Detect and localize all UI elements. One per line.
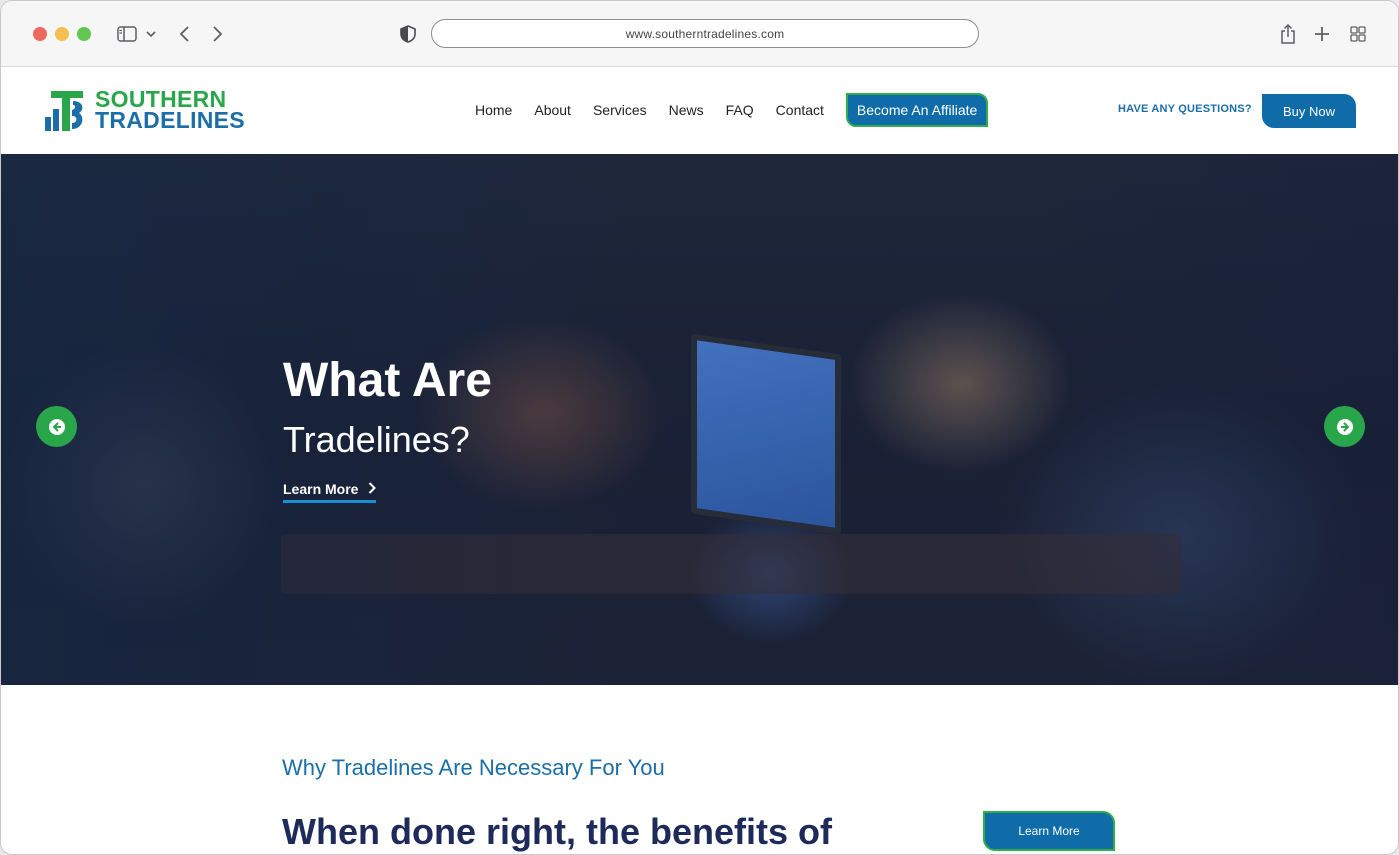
nav-services[interactable]: Services [593,102,647,118]
site-logo[interactable]: SOUTHERN TRADELINES [43,87,245,133]
buy-now-button[interactable]: Buy Now [1262,94,1356,128]
browser-window: www.southerntradelines.com SOUTHERN TRAD… [0,0,1399,855]
hero-learn-more-link[interactable]: Learn More [283,481,377,503]
zoom-window-button[interactable] [77,27,91,41]
hero-title: What Are [283,354,492,407]
nav-faq[interactable]: FAQ [726,102,754,118]
chevron-right-icon [368,481,377,497]
back-arrow-icon[interactable] [173,21,195,47]
forward-arrow-icon[interactable] [207,21,229,47]
hero-overlay [1,154,1398,685]
logo-mark-icon [45,91,83,131]
become-affiliate-button[interactable]: Become An Affiliate [845,93,989,127]
address-bar[interactable]: www.southerntradelines.com [431,19,979,48]
have-questions-link[interactable]: HAVE ANY QUESTIONS? [1118,103,1252,115]
chevron-down-icon[interactable] [143,21,159,47]
hero-learn-more-label: Learn More [283,481,359,497]
nav-contact[interactable]: Contact [776,102,824,118]
privacy-shield-icon[interactable] [397,21,419,47]
url-text: www.southerntradelines.com [625,26,785,41]
site-header: SOUTHERN TRADELINES Home About Services … [1,67,1398,154]
logo-line2: TRADELINES [95,107,245,133]
section-heading: When done right, the benefits of [282,811,832,852]
nav-home[interactable]: Home [475,102,512,118]
browser-toolbar: www.southerntradelines.com [1,1,1398,67]
main-navigation: Home About Services News FAQ Contact Bec… [464,93,989,127]
sidebar-icon[interactable] [115,21,139,47]
tab-overview-icon[interactable] [1347,21,1369,47]
arrow-right-circle-icon [1336,418,1353,435]
section-eyebrow: Why Tradelines Are Necessary For You [282,755,665,780]
nav-about[interactable]: About [534,102,571,118]
close-window-button[interactable] [33,27,47,41]
logo-wordmark: SOUTHERN TRADELINES [95,88,245,133]
nav-news[interactable]: News [669,102,704,118]
minimize-window-button[interactable] [55,27,69,41]
slider-next-button[interactable] [1324,406,1365,447]
arrow-left-circle-icon [48,418,65,435]
new-tab-plus-icon[interactable] [1311,21,1333,47]
slider-prev-button[interactable] [36,406,77,447]
hero-slider [1,154,1398,685]
section-learn-more-button[interactable]: Learn More [983,811,1115,851]
share-icon[interactable] [1277,21,1299,47]
hero-subtitle: Tradelines? [283,419,470,460]
